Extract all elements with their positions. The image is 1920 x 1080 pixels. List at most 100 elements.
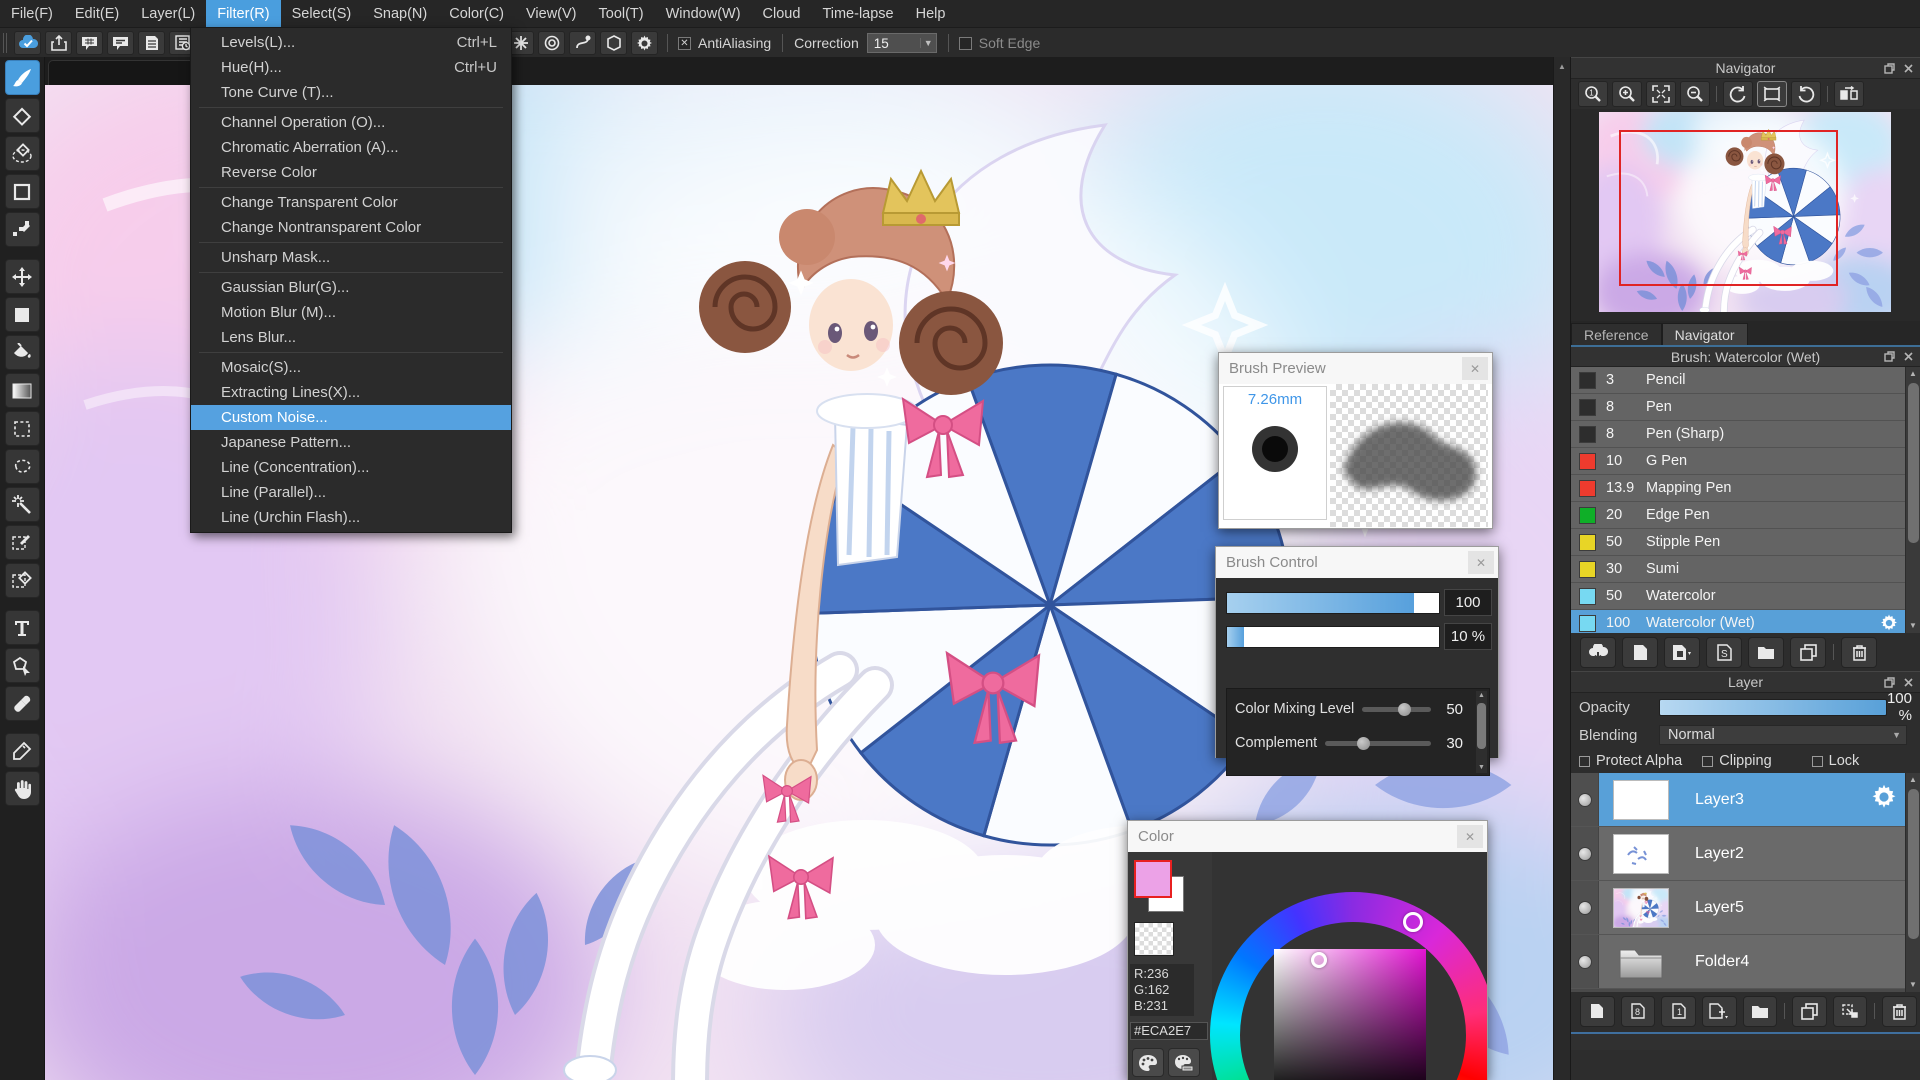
- saturation-value-square[interactable]: [1274, 949, 1426, 1080]
- text-tool-button[interactable]: [4, 610, 40, 645]
- add-brush-from-image-button[interactable]: [1664, 636, 1700, 668]
- magic-wand-tool-button[interactable]: [4, 487, 40, 522]
- shape-tool-button[interactable]: [4, 174, 40, 209]
- brush-settings-gear-icon[interactable]: [1880, 614, 1898, 633]
- brush-row[interactable]: 13.9 Mapping Pen: [1571, 475, 1920, 502]
- select-marquee-tool-button[interactable]: [4, 411, 40, 446]
- brush-row[interactable]: 20 Edge Pen: [1571, 502, 1920, 529]
- close-icon[interactable]: ✕: [1468, 551, 1494, 574]
- popout-icon[interactable]: [1882, 61, 1896, 75]
- scroll-up-icon[interactable]: ▲: [1555, 59, 1570, 74]
- menu-file[interactable]: File(F): [0, 0, 64, 27]
- opacity-slider[interactable]: [1658, 698, 1887, 716]
- add-script-brush-button[interactable]: S: [1706, 636, 1742, 668]
- add-layer-menu-button[interactable]: [1701, 995, 1737, 1027]
- layer-settings-gear-icon[interactable]: [1871, 784, 1897, 815]
- add-brush-button[interactable]: [1622, 636, 1658, 668]
- navigator-title-bar[interactable]: Navigator: [1571, 57, 1920, 79]
- lock-checkbox[interactable]: [1811, 755, 1823, 767]
- layer-visibility-cell[interactable]: [1571, 827, 1599, 880]
- snap-concentric-button[interactable]: [538, 31, 565, 55]
- palette-button[interactable]: [1132, 1048, 1164, 1077]
- menu-item-gaussian-blur[interactable]: Gaussian Blur(G)...: [191, 275, 511, 300]
- brush-row[interactable]: 50 Stipple Pen: [1571, 529, 1920, 556]
- close-icon[interactable]: [1901, 61, 1915, 75]
- brush-control-title-bar[interactable]: Brush Control ✕: [1216, 547, 1498, 578]
- cloud-sync-button[interactable]: [14, 30, 41, 55]
- menu-item-line-concentration[interactable]: Line (Concentration)...: [191, 455, 511, 480]
- add-1bit-layer-button[interactable]: 1: [1661, 995, 1696, 1027]
- layer-row-selected[interactable]: Layer3: [1571, 773, 1920, 827]
- visibility-dot-icon[interactable]: [1577, 954, 1592, 969]
- scrollbar-thumb[interactable]: [1908, 789, 1919, 939]
- tab-navigator[interactable]: Navigator: [1661, 323, 1748, 345]
- layer-row[interactable]: Layer2: [1571, 827, 1920, 881]
- hand-tool-button[interactable]: [4, 771, 40, 806]
- color-title-bar[interactable]: Color ✕: [1128, 821, 1487, 852]
- zoom-100-button[interactable]: 1: [1578, 81, 1608, 107]
- menu-item-lens-blur[interactable]: Lens Blur...: [191, 325, 511, 350]
- layer-thumbnail[interactable]: [1613, 779, 1669, 820]
- blending-dropdown[interactable]: Normal ▼: [1659, 725, 1907, 745]
- toolbar-drag-handle[interactable]: [3, 32, 7, 53]
- menu-tool[interactable]: Tool(T): [588, 0, 655, 27]
- zoom-in-button[interactable]: [1612, 81, 1642, 107]
- menu-window[interactable]: Window(W): [655, 0, 752, 27]
- layer-list-scrollbar[interactable]: ▲ ▼: [1905, 773, 1920, 992]
- flip-horizontal-button[interactable]: [1834, 81, 1864, 107]
- brush-row[interactable]: 3 Pencil: [1571, 367, 1920, 394]
- scroll-up-icon[interactable]: ▲: [1906, 773, 1920, 787]
- menu-item-change-nontransparent-color[interactable]: Change Nontransparent Color: [191, 215, 511, 240]
- navigator-thumbnail[interactable]: [1599, 112, 1891, 312]
- menu-color[interactable]: Color(C): [438, 0, 515, 27]
- fill-bucket-tool-button[interactable]: [4, 335, 40, 370]
- slider-knob[interactable]: [1356, 736, 1370, 750]
- menu-item-change-transparent-color[interactable]: Change Transparent Color: [191, 190, 511, 215]
- brush-row[interactable]: 30 Sumi: [1571, 556, 1920, 583]
- brush-preview-title-bar[interactable]: Brush Preview ✕: [1219, 353, 1492, 384]
- menu-item-line-parallel[interactable]: Line (Parallel)...: [191, 480, 511, 505]
- select-eraser-tool-button[interactable]: [4, 563, 40, 598]
- div-tool-button[interactable]: [4, 733, 40, 768]
- layer-folder-row[interactable]: Folder4: [1571, 935, 1920, 989]
- foreground-color-swatch[interactable]: [1134, 860, 1172, 898]
- menu-snap[interactable]: Snap(N): [362, 0, 438, 27]
- brush-row[interactable]: 10 G Pen: [1571, 448, 1920, 475]
- scroll-down-icon[interactable]: ▼: [1906, 978, 1920, 992]
- slider-knob[interactable]: [1398, 702, 1411, 716]
- visibility-dot-icon[interactable]: [1577, 900, 1592, 915]
- fit-screen-button[interactable]: [1646, 81, 1676, 107]
- brush-list-scrollbar[interactable]: ▲ ▼: [1905, 367, 1920, 633]
- complement-slider[interactable]: [1325, 736, 1431, 750]
- select-rect-tool-button[interactable]: [4, 297, 40, 332]
- menu-filter[interactable]: Filter(R): [206, 0, 281, 27]
- menu-help[interactable]: Help: [905, 0, 957, 27]
- delete-brush-button[interactable]: [1841, 636, 1877, 668]
- brush-cloud-download-button[interactable]: [1580, 636, 1616, 668]
- hue-marker[interactable]: [1403, 912, 1423, 932]
- menu-item-hue[interactable]: Hue(H)... Ctrl+U: [191, 55, 511, 80]
- menu-cloud[interactable]: Cloud: [752, 0, 812, 27]
- menu-item-chromatic-aberration[interactable]: Chromatic Aberration (A)...: [191, 135, 511, 160]
- popout-icon[interactable]: [1882, 350, 1896, 364]
- menu-item-line-urchin-flash[interactable]: Line (Urchin Flash)...: [191, 505, 511, 530]
- visibility-dot-icon[interactable]: [1577, 792, 1592, 807]
- menu-item-japanese-pattern[interactable]: Japanese Pattern...: [191, 430, 511, 455]
- menu-item-mosaic[interactable]: Mosaic(S)...: [191, 355, 511, 380]
- brush-tool-button[interactable]: [4, 60, 40, 95]
- soft-edge-checkbox[interactable]: [958, 36, 972, 50]
- export-button[interactable]: [45, 30, 72, 55]
- zoom-out-button[interactable]: [1680, 81, 1710, 107]
- menu-item-channel-operation[interactable]: Channel Operation (O)...: [191, 110, 511, 135]
- sv-marker[interactable]: [1311, 952, 1327, 968]
- menu-item-extracting-lines[interactable]: Extracting Lines(X)...: [191, 380, 511, 405]
- tab-reference[interactable]: Reference: [1571, 323, 1662, 345]
- layer-visibility-cell[interactable]: [1571, 881, 1599, 934]
- duplicate-brush-button[interactable]: [1790, 636, 1826, 668]
- protect-alpha-checkbox[interactable]: [1579, 755, 1590, 767]
- menu-item-unsharp-mask[interactable]: Unsharp Mask...: [191, 245, 511, 270]
- scroll-down-icon[interactable]: ▼: [1906, 619, 1920, 633]
- comment-grid-button[interactable]: [76, 30, 103, 55]
- close-icon[interactable]: [1901, 350, 1915, 364]
- brush-folder-button[interactable]: [1748, 636, 1784, 668]
